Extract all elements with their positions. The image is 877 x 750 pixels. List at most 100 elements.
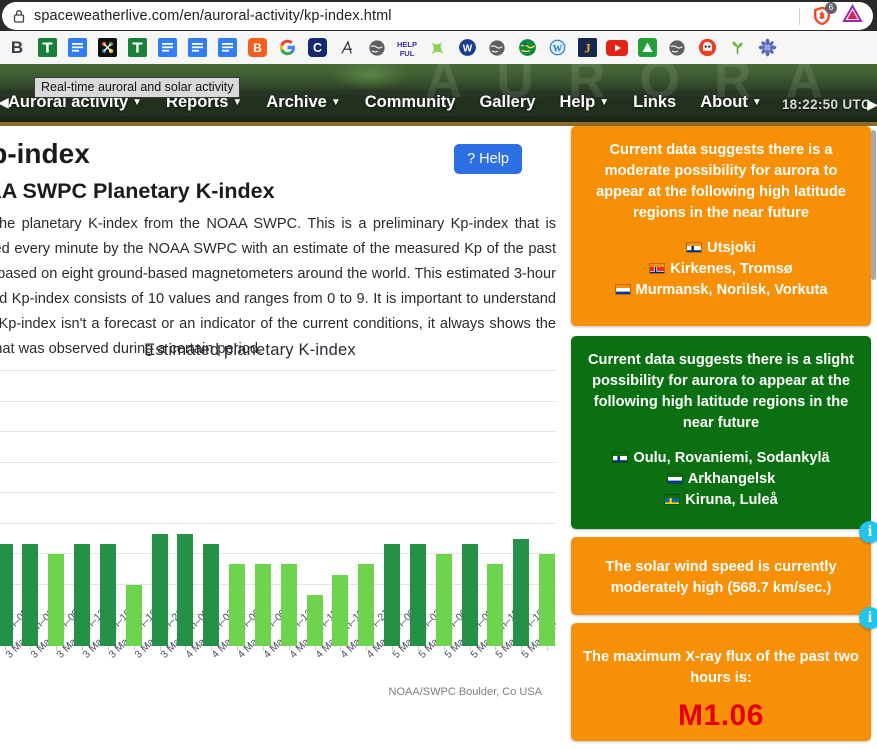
card-heading: Current data suggests there is a moderat… (596, 142, 846, 221)
card-heading: The maximum X-ray flux of the past two h… (583, 649, 859, 686)
bookmark-youtube-icon[interactable] (602, 34, 632, 61)
bookmark-script-a-icon[interactable] (332, 34, 362, 61)
chart-tick (547, 646, 549, 651)
bookmark-sprout-icon[interactable] (722, 34, 752, 61)
intro-paragraph: This is the planetary K-index from the N… (0, 216, 556, 357)
bookmark-x-star-icon[interactable] (422, 34, 452, 61)
nav-item-community[interactable]: Community (365, 93, 456, 112)
svg-text:HELP: HELP (397, 40, 417, 49)
bookmark-doc-icon[interactable] (62, 34, 92, 61)
chart-bar[interactable] (203, 544, 220, 646)
help-button[interactable]: ? Help (454, 144, 522, 174)
chart-bar[interactable] (0, 544, 13, 646)
bookmark-ghost-icon[interactable] (692, 34, 722, 61)
omnibox-actions: 6 (799, 2, 863, 29)
chart-bar[interactable] (384, 544, 401, 646)
bookmark-doc-icon[interactable] (152, 34, 182, 61)
chart-bar[interactable] (306, 594, 323, 646)
chart-gridline (0, 522, 556, 524)
nav-item-gallery[interactable]: Gallery (479, 93, 535, 112)
chart-plot-area: 2 Mar 21h‒00h3 Mar 00h‒03h3 Mar 03h‒06h3… (0, 370, 556, 661)
chevron-down-icon: ▼ (132, 97, 143, 108)
nav-item-archive[interactable]: Archive ▼ (266, 93, 340, 112)
page-scrollbar[interactable] (870, 126, 877, 750)
bookmark-globe-icon[interactable] (362, 34, 392, 61)
chart-bar[interactable] (513, 539, 530, 646)
bookmark-w-circle-icon[interactable]: W (452, 34, 482, 61)
nav-label: Help (559, 93, 596, 111)
chart-bar[interactable] (461, 544, 478, 646)
chart-gridline (0, 400, 556, 402)
flag-se-icon (664, 494, 681, 505)
card-heading: The solar wind speed is currently modera… (605, 559, 837, 596)
region-label: Utsjoki (707, 240, 756, 256)
list-item: Oulu, Rovaniemi, Sodankylä (583, 448, 859, 469)
chart-bar[interactable] (151, 533, 168, 646)
chart-bar[interactable] (22, 544, 39, 646)
nav-item-help[interactable]: Help ▼ (559, 93, 609, 112)
region-label: Murmansk, Norilsk, Vorkuta (635, 282, 828, 298)
chart-bar[interactable] (229, 564, 246, 646)
chart-bar[interactable] (177, 533, 194, 646)
bookmark-blogger-icon[interactable]: B (242, 34, 272, 61)
flag-no-icon (649, 263, 666, 274)
chart-bar[interactable] (539, 554, 556, 646)
hero-tooltip: Real-time auroral and solar activity (34, 77, 241, 98)
bookmark-sheets-icon[interactable] (32, 34, 62, 61)
chevron-down-icon: ▼ (599, 97, 610, 108)
shield-badge-count: 6 (825, 2, 837, 14)
chart-attribution: NOAA/SWPC Boulder, Co USA (388, 686, 542, 698)
chart-title: Estimated planetary K-index (144, 341, 356, 359)
chart-bar[interactable] (487, 564, 504, 646)
chart-gridline (0, 370, 556, 371)
nav-item-about[interactable]: About ▼ (700, 93, 762, 112)
bookmark-c-icon[interactable]: C (302, 34, 332, 61)
chart-gridline (0, 461, 556, 463)
info-icon[interactable]: i (859, 521, 877, 543)
chart-bar[interactable] (358, 564, 375, 646)
chart-bar[interactable] (280, 564, 297, 646)
flag-ru-icon (666, 473, 683, 484)
chevron-down-icon: ▼ (330, 97, 341, 108)
card-heading: Current data suggests there is a slight … (588, 352, 854, 431)
bookmark-joomla-j-icon[interactable]: J (572, 34, 602, 61)
bookmark-a-green-icon[interactable] (632, 34, 662, 61)
chart-bar[interactable] (254, 564, 271, 646)
bookmark-globe-icon[interactable] (482, 34, 512, 61)
bookmark-globe-green-icon[interactable] (512, 34, 542, 61)
nav-item-links[interactable]: Links (633, 93, 676, 112)
bookmark-item[interactable]: B (2, 34, 32, 61)
triangle-extension-icon[interactable] (842, 3, 863, 29)
flag-fi-icon (686, 242, 703, 253)
address-bar[interactable]: spaceweatherlive.com/en/auroral-activity… (2, 2, 873, 30)
chart-bar[interactable] (409, 544, 426, 646)
url-text: spaceweatherlive.com/en/auroral-activity… (34, 8, 392, 24)
bookmark-google-icon[interactable] (272, 34, 302, 61)
svg-text:J: J (584, 40, 591, 55)
svg-text:FUL: FUL (400, 49, 415, 58)
bookmark-wordpress-icon[interactable]: W (542, 34, 572, 61)
svg-text:W: W (462, 44, 472, 55)
bookmark-joomla-splat-icon[interactable] (92, 34, 122, 61)
chart-bar[interactable] (435, 554, 452, 646)
toolbar-divider (799, 7, 800, 25)
chart-bar[interactable] (48, 554, 65, 646)
list-item: Kirkenes, Tromsø (583, 259, 859, 280)
info-icon[interactable]: i (859, 607, 877, 629)
bookmark-doc-icon[interactable] (212, 34, 242, 61)
brave-shield-icon[interactable]: 6 (811, 2, 837, 27)
chart-bar[interactable] (125, 584, 142, 646)
bookmark-globe-icon[interactable] (662, 34, 692, 61)
chart-bar[interactable] (74, 544, 91, 646)
bookmark-doc-icon[interactable] (182, 34, 212, 61)
nav-scroll-right-icon[interactable]: ▶ (867, 96, 877, 113)
list-item: Kiruna, Luleå (583, 490, 859, 511)
chevron-down-icon: ▼ (751, 97, 762, 108)
bookmark-sheets-icon[interactable] (122, 34, 152, 61)
bookmark-helpful-icon[interactable]: HELP FUL (392, 34, 422, 61)
scrollbar-thumb[interactable] (871, 130, 876, 280)
chart-bar[interactable] (332, 574, 349, 646)
bookmark-flower-icon[interactable] (752, 34, 782, 61)
chart-bar[interactable] (99, 544, 116, 646)
list-item: Utsjoki (583, 238, 859, 259)
